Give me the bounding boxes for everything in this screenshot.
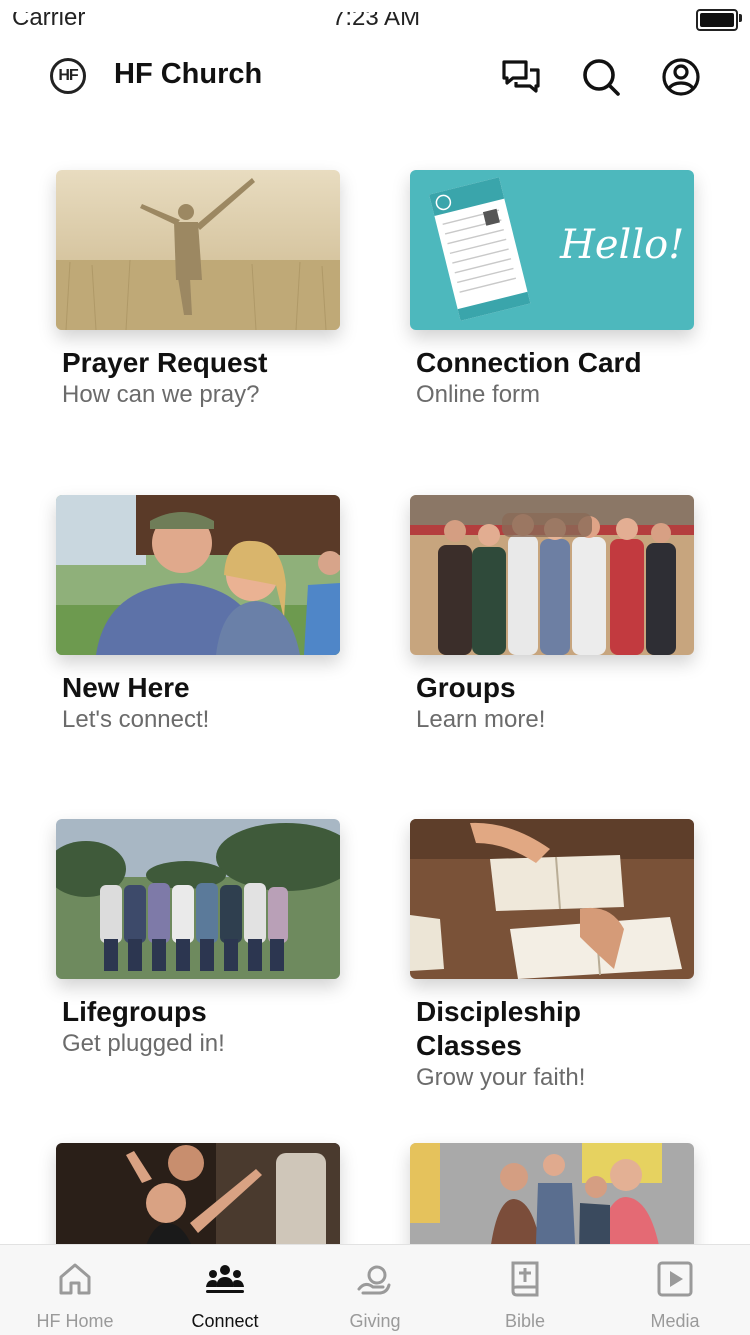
card-subtitle: Grow your faith!: [416, 1064, 586, 1091]
new-here-image: [56, 495, 340, 655]
chat-icon[interactable]: [500, 56, 542, 98]
card-subtitle: Online form: [416, 381, 541, 408]
app-header: HF HF Church: [0, 40, 750, 114]
prayer-image: [56, 170, 340, 330]
card-subtitle: Learn more!: [416, 706, 546, 733]
lifegroups-image: [56, 819, 340, 979]
card-title: New Here: [62, 672, 190, 703]
church-logo-icon[interactable]: HF: [50, 58, 86, 94]
tab-label: Connect: [191, 1311, 259, 1331]
discipleship-image: [410, 819, 694, 979]
card-title: Connection Card: [416, 347, 642, 378]
page-title: HF Church: [114, 58, 263, 90]
tab-label: Giving: [349, 1311, 401, 1331]
tab-hf-home[interactable]: HF Home: [0, 1245, 150, 1335]
tab-bible[interactable]: Bible: [450, 1245, 600, 1335]
play-icon: [657, 1261, 693, 1297]
people-icon: [206, 1265, 244, 1293]
connection-card-image: Hello!: [410, 170, 694, 330]
card-subtitle: Get plugged in!: [62, 1030, 225, 1057]
profile-icon[interactable]: [660, 56, 702, 98]
battery-tip: [739, 14, 742, 22]
search-icon[interactable]: [580, 56, 622, 98]
logo-text: HF: [58, 67, 78, 84]
card-subtitle: How can we pray?: [62, 381, 260, 408]
card-title: Discipleship Classes: [416, 995, 581, 1063]
card-title: Prayer Request: [62, 347, 268, 378]
card-title-line1: Discipleship: [416, 996, 581, 1027]
tab-label: Media: [650, 1311, 700, 1331]
card-subtitle: Let's connect!: [62, 706, 210, 733]
bottom-tab-bar: HF Home Connect Giving Bible Media: [0, 1244, 750, 1335]
tab-giving[interactable]: Giving: [300, 1245, 450, 1335]
groups-image: [410, 495, 694, 655]
carrier-label: Carrier: [12, 4, 86, 31]
card-title-line2: Classes: [416, 1030, 522, 1061]
home-icon: [59, 1263, 91, 1295]
status-bar: Carrier 7:23 AM: [0, 0, 750, 36]
giving-icon: [357, 1265, 391, 1295]
tab-media[interactable]: Media: [600, 1245, 750, 1335]
tab-label: HF Home: [36, 1311, 114, 1331]
battery-icon: [696, 9, 738, 31]
hello-text: Hello!: [560, 222, 685, 268]
tab-connect[interactable]: Connect: [150, 1245, 300, 1335]
card-title: Groups: [416, 672, 516, 703]
card-title: Lifegroups: [62, 996, 207, 1027]
status-time: 7:23 AM: [332, 4, 421, 31]
bible-icon: [511, 1261, 539, 1297]
tab-label: Bible: [504, 1311, 546, 1331]
